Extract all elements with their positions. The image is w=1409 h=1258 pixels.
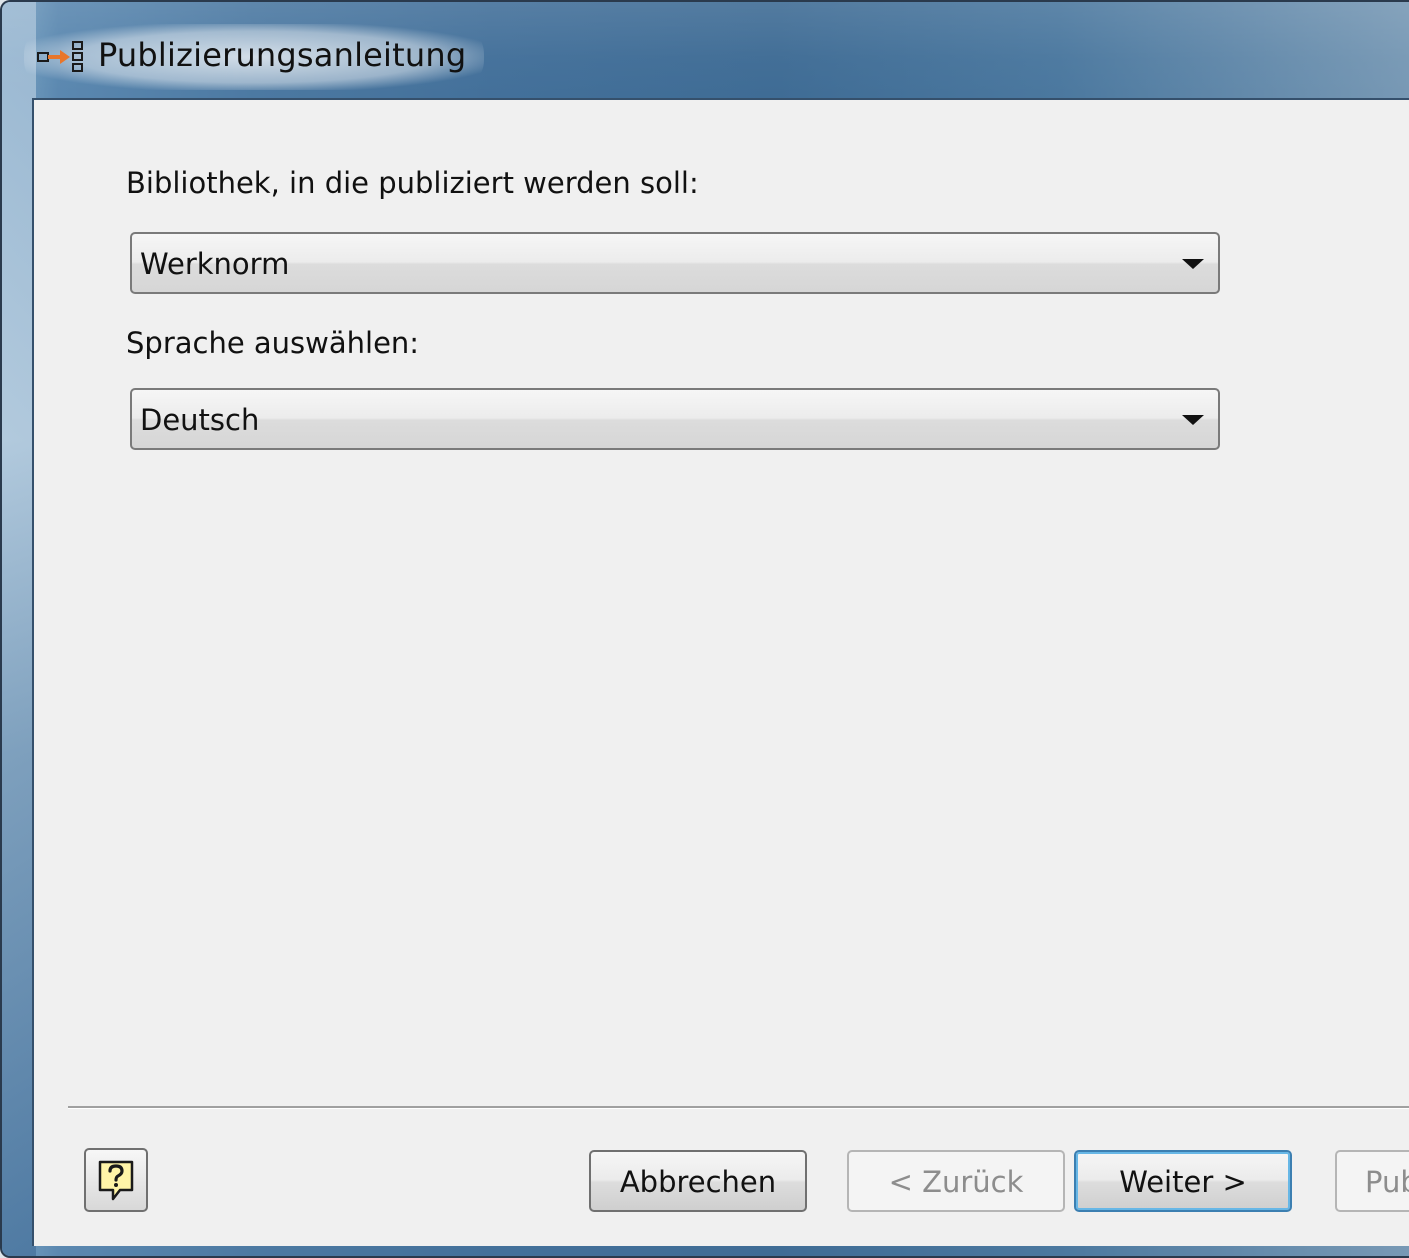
chevron-down-icon <box>1182 415 1204 425</box>
library-dropdown-value: Werknorm <box>140 247 290 281</box>
back-button[interactable]: < Zurück <box>847 1150 1065 1212</box>
publish-wizard-window: Publizierungsanleitung Bibliothek, in di… <box>0 0 1409 1258</box>
next-button[interactable]: Weiter > <box>1074 1150 1292 1212</box>
help-question-icon <box>98 1160 134 1201</box>
footer-divider <box>68 1106 1409 1109</box>
language-dropdown[interactable]: Deutsch <box>130 388 1220 450</box>
window-title: Publizierungsanleitung <box>98 36 467 74</box>
publish-button[interactable]: Pub <box>1335 1150 1409 1212</box>
language-label: Sprache auswählen: <box>126 326 420 360</box>
language-dropdown-value: Deutsch <box>140 403 260 437</box>
title-bar[interactable]: Publizierungsanleitung <box>2 2 1409 98</box>
library-dropdown[interactable]: Werknorm <box>130 232 1220 294</box>
dialog-content: Bibliothek, in die publiziert werden sol… <box>32 98 1409 1246</box>
chevron-down-icon <box>1182 259 1204 269</box>
publish-wizard-icon <box>37 41 83 72</box>
help-button[interactable] <box>84 1148 148 1212</box>
cancel-button[interactable]: Abbrechen <box>589 1150 807 1212</box>
library-label: Bibliothek, in die publiziert werden sol… <box>126 166 699 200</box>
